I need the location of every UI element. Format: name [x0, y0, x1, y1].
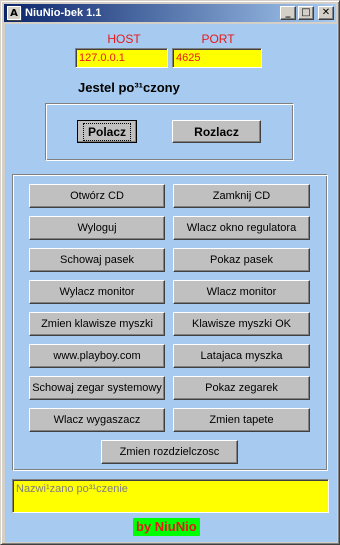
screensaver-button[interactable]: Wlacz wygaszacz	[29, 408, 165, 432]
volume-window-button[interactable]: Wlacz okno regulatora	[173, 216, 310, 240]
title-bar[interactable]: A NiuNio-bek 1.1 _ □ ✕	[4, 4, 336, 22]
port-label: PORT	[201, 32, 235, 46]
app-window: A NiuNio-bek 1.1 _ □ ✕ HOST PORT 127.0.0…	[0, 0, 340, 545]
show-clock-button[interactable]: Pokaz zegarek	[173, 376, 310, 400]
close-button[interactable]: ✕	[318, 6, 334, 20]
connect-button[interactable]: Polacz	[77, 120, 137, 143]
app-icon[interactable]: A	[7, 6, 21, 20]
mouse-buttons-ok-button[interactable]: Klawisze myszki OK	[173, 312, 310, 336]
monitor-off-button[interactable]: Wylacz monitor	[29, 280, 165, 304]
logout-button[interactable]: Wyloguj	[29, 216, 165, 240]
disconnect-button[interactable]: Rozlacz	[172, 120, 261, 143]
maximize-button[interactable]: □	[298, 6, 314, 20]
connection-status: Jestel po³¹czony	[78, 80, 180, 95]
connect-button-label: Polacz	[82, 122, 131, 141]
signature-label: by NiuNio	[133, 518, 200, 536]
message-field[interactable]: Nazwi¹zano po³¹czenie	[12, 479, 329, 513]
hide-clock-button[interactable]: Schowaj zegar systemowy	[29, 376, 165, 400]
website-button[interactable]: www.playboy.com	[29, 344, 165, 368]
resolution-button[interactable]: Zmien rozdzielczosc	[101, 440, 238, 464]
minimize-button[interactable]: _	[280, 6, 296, 20]
swap-mouse-buttons-button[interactable]: Zmien klawisze myszki	[29, 312, 165, 336]
window-title: NiuNio-bek 1.1	[25, 7, 102, 19]
wallpaper-button[interactable]: Zmien tapete	[173, 408, 310, 432]
close-cd-button[interactable]: Zamknij CD	[173, 184, 310, 208]
port-input[interactable]: 4625	[172, 48, 262, 68]
show-taskbar-button[interactable]: Pokaz pasek	[173, 248, 310, 272]
open-cd-button[interactable]: Otwórz CD	[29, 184, 165, 208]
host-input[interactable]: 127.0.0.1	[75, 48, 168, 68]
flying-mouse-button[interactable]: Latajaca myszka	[173, 344, 310, 368]
client-area: HOST PORT 127.0.0.1 4625 Jestel po³¹czon…	[5, 24, 337, 542]
monitor-on-button[interactable]: Wlacz monitor	[173, 280, 310, 304]
host-label: HOST	[107, 32, 141, 46]
hide-taskbar-button[interactable]: Schowaj pasek	[29, 248, 165, 272]
